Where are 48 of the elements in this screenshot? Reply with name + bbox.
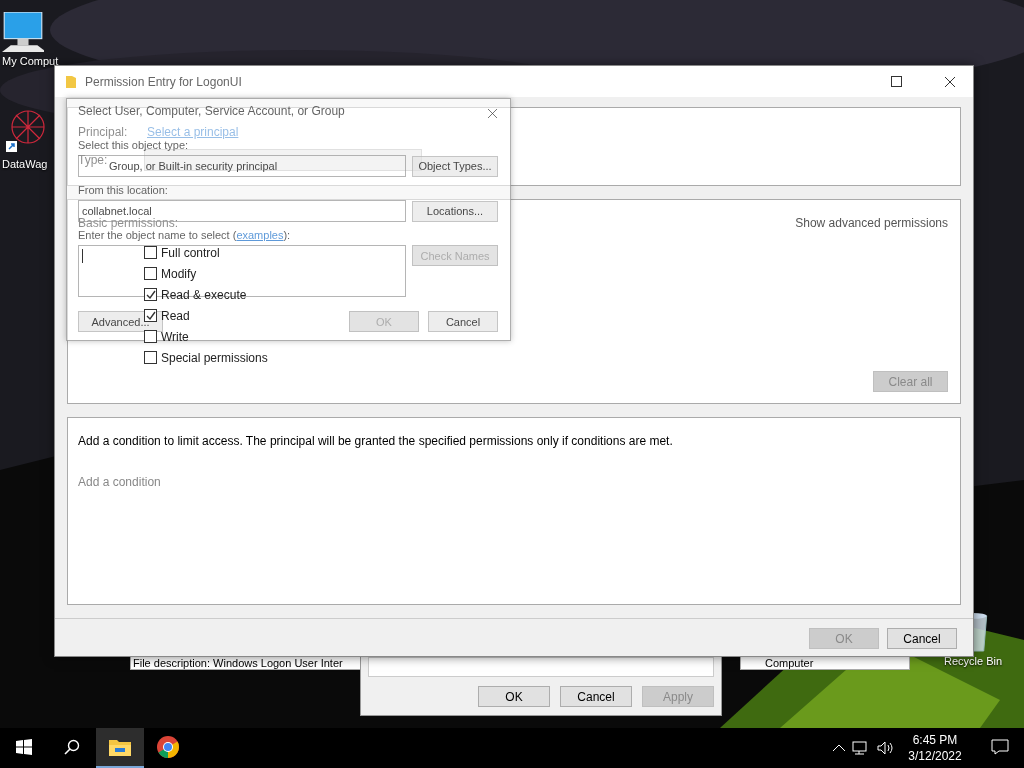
chrome-icon — [156, 735, 180, 759]
checkbox[interactable] — [144, 351, 157, 364]
list-item: Computer — [765, 657, 814, 669]
dialog-button[interactable]: Cancel — [887, 628, 957, 649]
locations-button[interactable]: Locations... — [412, 200, 498, 222]
text-field[interactable] — [368, 657, 714, 677]
icon-label: My Comput — [2, 55, 59, 67]
folder-icon — [108, 737, 132, 757]
add-condition-link[interactable]: Add a condition — [78, 475, 161, 489]
permission-label: Write — [161, 329, 189, 344]
show-advanced-link[interactable]: Show advanced permissions — [795, 216, 948, 230]
permission-label: Full control — [161, 245, 220, 260]
taskbar-app[interactable] — [96, 728, 144, 768]
dialog-button[interactable]: OK — [478, 686, 550, 707]
icon-label: Recycle Bin — [944, 655, 1003, 667]
location-label: From this location: — [78, 184, 168, 197]
condition-text: Add a condition to limit access. The principal will be granted the specified permissions only if conditions are met. — [78, 434, 674, 448]
dialog-button[interactable]: Cancel — [428, 311, 498, 332]
checkbox[interactable] — [144, 267, 157, 280]
maximize-icon[interactable] — [890, 76, 902, 87]
folder-icon — [65, 74, 77, 89]
search-icon[interactable] — [64, 739, 80, 755]
permission-label: Special permissions — [161, 350, 268, 365]
computer-icon — [2, 12, 44, 52]
checkbox[interactable] — [144, 288, 157, 301]
notifications-icon[interactable] — [991, 739, 1009, 755]
dialog-button[interactable]: Cancel — [560, 686, 632, 707]
dialog-title: Select User, Computer, Service Account, or Group — [78, 105, 345, 118]
principal-label: Principal: — [78, 125, 129, 139]
icon-label: DataWag — [2, 158, 48, 170]
permission-label: Read & execute — [161, 287, 247, 302]
checkbox[interactable] — [144, 246, 157, 259]
network-icon[interactable] — [852, 740, 870, 756]
object-type-label: Select this object type: — [78, 139, 189, 152]
permission-label: Modify — [161, 266, 197, 281]
permission-label: Read — [161, 308, 190, 323]
volume-icon[interactable] — [876, 740, 894, 756]
object-types-button[interactable]: Object Types... — [412, 155, 498, 177]
chevron-up-icon[interactable] — [832, 743, 846, 753]
description-text: File description: Windows Logon User Inter — [133, 657, 343, 669]
object-name-field[interactable] — [78, 245, 406, 297]
close-icon[interactable] — [944, 75, 956, 88]
checkbox[interactable] — [144, 330, 157, 343]
windows-logo-icon[interactable] — [16, 739, 32, 755]
clock[interactable]: 6:45 PM 3/12/2022 — [900, 733, 970, 763]
advanced-button[interactable]: Advanced... — [78, 311, 163, 332]
object-name-label: Enter the object name to select (examples): — [78, 229, 291, 242]
window-title: Permission Entry for LogonUI — [85, 74, 243, 89]
